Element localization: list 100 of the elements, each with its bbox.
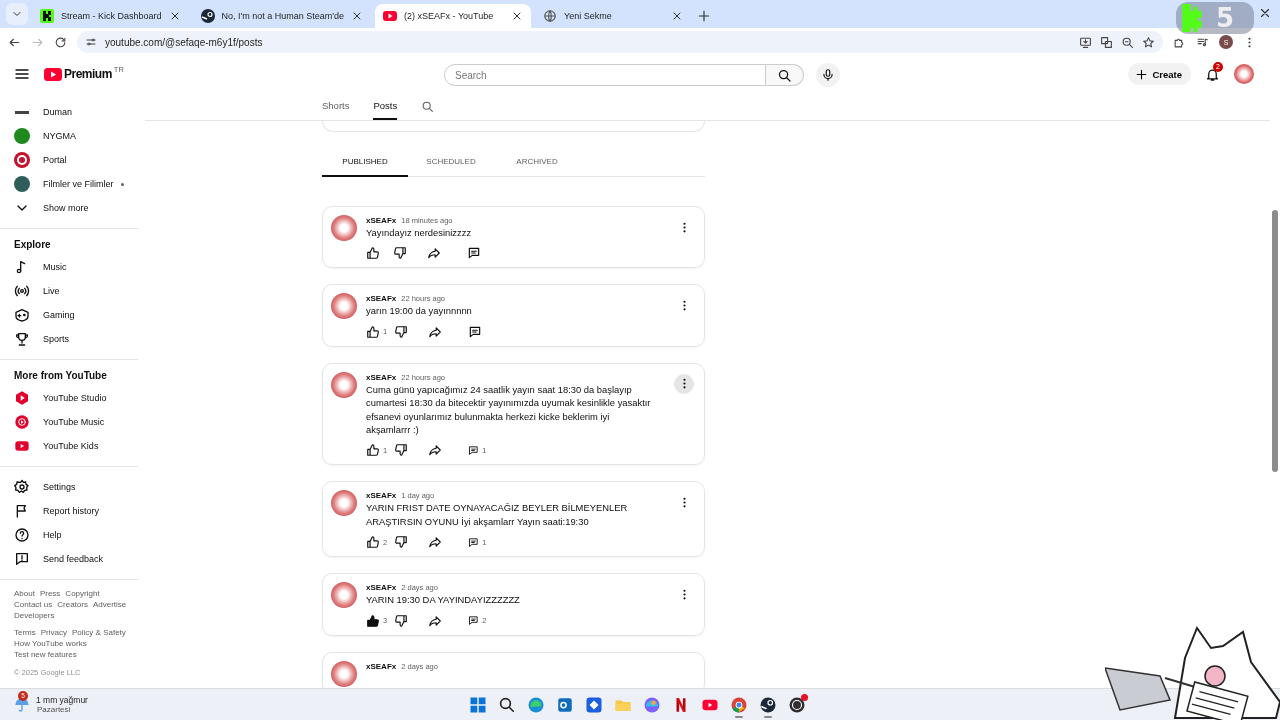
search-icon[interactable]: [421, 99, 435, 113]
show-more-item[interactable]: Show more: [0, 196, 138, 220]
bookmark-star-icon[interactable]: [1142, 35, 1155, 49]
author-avatar[interactable]: [331, 490, 357, 517]
thumb-down-icon: [394, 535, 409, 550]
share-icon: [428, 324, 443, 339]
voice-search-button[interactable]: [816, 63, 840, 87]
footer-link[interactable]: Terms: [14, 627, 36, 638]
weather-condition[interactable]: 1 mm yağmur: [36, 695, 88, 705]
share-icon: [428, 535, 443, 550]
sidebar-item[interactable]: Live: [0, 279, 138, 303]
recorder-app-icon: [788, 695, 806, 714]
address-bar[interactable]: youtube.com/@sefaqe-m6y1f/posts: [77, 31, 1163, 53]
author-name[interactable]: xSEAFx: [366, 216, 397, 225]
channel-tab[interactable]: Posts: [373, 92, 398, 120]
sidebar-item[interactable]: Settings: [0, 475, 138, 499]
more-options-button[interactable]: [674, 373, 694, 394]
sidebar-item[interactable]: YouTube Studio: [0, 386, 138, 410]
filter-tab[interactable]: PUBLISHED: [322, 148, 408, 177]
author-name[interactable]: xSEAFx: [366, 294, 397, 304]
subscription-item[interactable]: Duman: [0, 100, 138, 124]
footer-link[interactable]: How YouTube works: [14, 638, 87, 649]
footer-link[interactable]: Advertise: [92, 599, 127, 610]
mail-app-icon: [556, 695, 574, 714]
translate-icon[interactable]: [1100, 35, 1113, 49]
youtube-favicon-icon: [383, 9, 398, 23]
footer-link[interactable]: Test new features: [14, 649, 77, 660]
microphone-icon: [821, 68, 835, 82]
youtube-logo-icon[interactable]: [44, 67, 62, 81]
footer-link[interactable]: Creators: [57, 599, 88, 610]
thumb-down-icon: [394, 613, 409, 628]
comment-icon: [468, 324, 483, 339]
search-icon: [498, 695, 516, 714]
footer-link[interactable]: Contact us: [14, 599, 53, 610]
plus-icon: [1135, 67, 1149, 81]
sidebar-item[interactable]: Gaming: [0, 303, 138, 327]
search-button[interactable]: [766, 64, 804, 86]
subscription-item[interactable]: Portal: [0, 148, 138, 172]
create-button[interactable]: Create: [1128, 63, 1191, 85]
zoom-icon[interactable]: [1121, 35, 1134, 49]
thumb-down-icon: [394, 443, 409, 458]
sidebar-item[interactable]: Music: [0, 255, 138, 279]
author-avatar[interactable]: [331, 371, 357, 398]
sidebar-item[interactable]: YouTube Music: [0, 410, 138, 434]
notifications-icon[interactable]: [1205, 66, 1220, 82]
author-avatar[interactable]: [331, 582, 357, 609]
sidebar-item[interactable]: Help: [0, 523, 138, 547]
author-avatar[interactable]: [331, 660, 357, 687]
sidebar-item[interactable]: Sports: [0, 327, 138, 351]
author-avatar[interactable]: [331, 215, 357, 241]
window-close-icon[interactable]: [1258, 6, 1272, 20]
feedback-icon: [14, 551, 30, 567]
browser-tab[interactable]: No, I'm not a Human Steam'de: [192, 4, 372, 28]
footer-link[interactable]: Developers: [14, 610, 55, 621]
author-name[interactable]: xSEAFx: [366, 661, 397, 671]
premium-logo-text[interactable]: Premium: [64, 67, 112, 81]
trophy-icon: [14, 331, 30, 347]
filter-tab[interactable]: SCHEDULED: [408, 148, 494, 177]
author-name[interactable]: xSEAFx: [366, 583, 397, 593]
author-name[interactable]: xSEAFx: [366, 372, 397, 382]
browser-icon: [527, 695, 545, 714]
weather-day[interactable]: Pazartesi: [36, 705, 88, 714]
channel-avatar-icon: [14, 152, 30, 168]
search-field[interactable]: Search: [444, 64, 766, 86]
footer-link[interactable]: Copyright: [65, 588, 100, 599]
new-tab-icon[interactable]: [697, 9, 712, 23]
scrollbar-thumb[interactable]: [1272, 210, 1278, 472]
channel-avatar-icon: [14, 176, 30, 192]
settings-icon: [14, 479, 30, 495]
install-app-icon[interactable]: [1079, 35, 1092, 49]
reload-icon[interactable]: [54, 35, 67, 49]
live-broadcast-icon: [14, 283, 30, 299]
filter-tab[interactable]: ARCHIVED: [494, 148, 580, 177]
game-launcher-icon: [759, 695, 777, 714]
channel-tab[interactable]: Shorts: [322, 92, 350, 120]
menu-icon[interactable]: [14, 66, 30, 82]
sidebar-item[interactable]: Send feedback: [0, 547, 138, 571]
site-info-icon[interactable]: [85, 36, 97, 48]
comment-icon: [468, 444, 480, 456]
share-icon: [428, 443, 443, 458]
thumb-down-icon: [393, 246, 407, 261]
subscription-item[interactable]: NYGMA: [0, 124, 138, 148]
sidebar-item[interactable]: YouTube Kids: [0, 434, 138, 458]
browser-tab[interactable]: Yeni Sekme: [535, 4, 692, 28]
author-avatar[interactable]: [331, 293, 357, 320]
footer-link[interactable]: Press: [39, 588, 61, 599]
post-text: Cuma günü yapıcağımız 24 saatlik yayın saat 18:30 da başlayıp cumartesi 18:30 da bitecektir yayınımızda uyumak kesinlikle yasaktır efsanevi oyunlarımız bulunmakta herkezi kicke beklerim iyi akşamlarrr :): [366, 382, 652, 437]
stream-overlay-count: 5: [1216, 3, 1235, 33]
subscription-item[interactable]: Filmler ve Filimler: [0, 172, 138, 196]
account-avatar[interactable]: [1234, 64, 1254, 84]
author-name[interactable]: xSEAFx: [366, 491, 397, 501]
footer-link[interactable]: Privacy: [40, 627, 67, 638]
comment-icon: [468, 615, 480, 627]
channel-logo-icon: [15, 110, 29, 114]
browser-tab[interactable]: (2) xSEAFx - YouTube: [375, 4, 532, 28]
footer-link[interactable]: About: [14, 588, 35, 599]
footer-link[interactable]: Policy & Safety: [72, 627, 126, 638]
browser-tab[interactable]: Stream - Kick Dashboard: [32, 4, 189, 28]
sidebar-item[interactable]: Report history: [0, 499, 138, 523]
kids-app-icon: [14, 438, 30, 454]
